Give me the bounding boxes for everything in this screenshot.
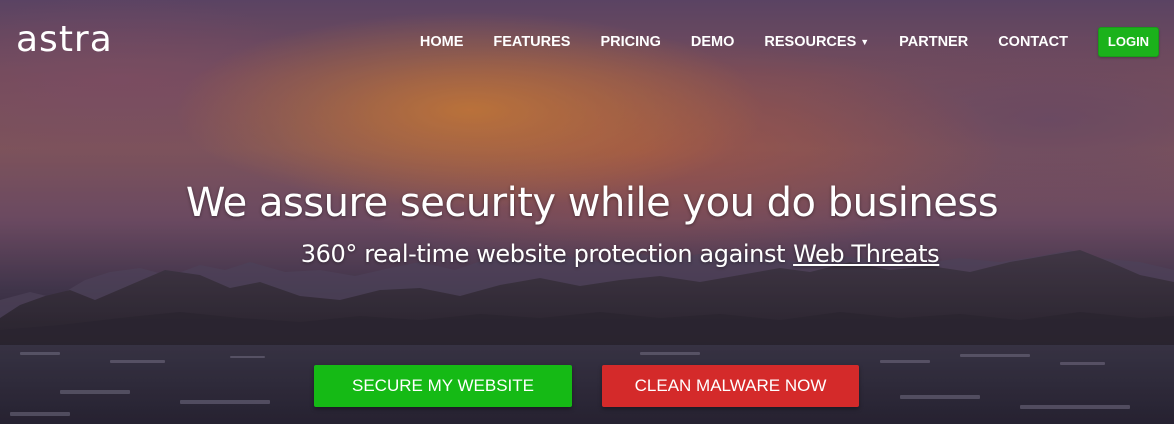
main-nav: HOME FEATURES PRICING DEMO RESOURCES ▼ P… bbox=[390, 31, 1068, 53]
nav-item-pricing[interactable]: PRICING bbox=[600, 31, 660, 53]
caret-down-icon: ▼ bbox=[860, 37, 870, 47]
hero-subline-text: 360° real-time website protection agains… bbox=[300, 240, 786, 268]
nav-item-features[interactable]: FEATURES bbox=[493, 31, 570, 53]
clean-malware-now-button[interactable]: CLEAN MALWARE NOW bbox=[602, 365, 859, 407]
nav-item-contact[interactable]: CONTACT bbox=[998, 31, 1068, 53]
astra-logo[interactable]: astra bbox=[16, 20, 113, 60]
nav-item-demo[interactable]: DEMO bbox=[691, 31, 735, 53]
login-button[interactable]: LOGIN bbox=[1098, 27, 1159, 57]
hero-headline: We assure security while you do business bbox=[185, 180, 999, 226]
nav-item-resources-label: RESOURCES bbox=[764, 34, 857, 50]
web-threats-link[interactable]: Web Threats bbox=[793, 240, 940, 268]
hero-subline: 360° real-time website protection agains… bbox=[0, 237, 1174, 271]
nav-item-resources[interactable]: RESOURCES ▼ bbox=[764, 31, 869, 53]
nav-item-home[interactable]: HOME bbox=[420, 31, 464, 53]
nav-item-partner[interactable]: PARTNER bbox=[899, 31, 968, 53]
secure-my-website-button[interactable]: SECURE MY WEBSITE bbox=[314, 365, 572, 407]
